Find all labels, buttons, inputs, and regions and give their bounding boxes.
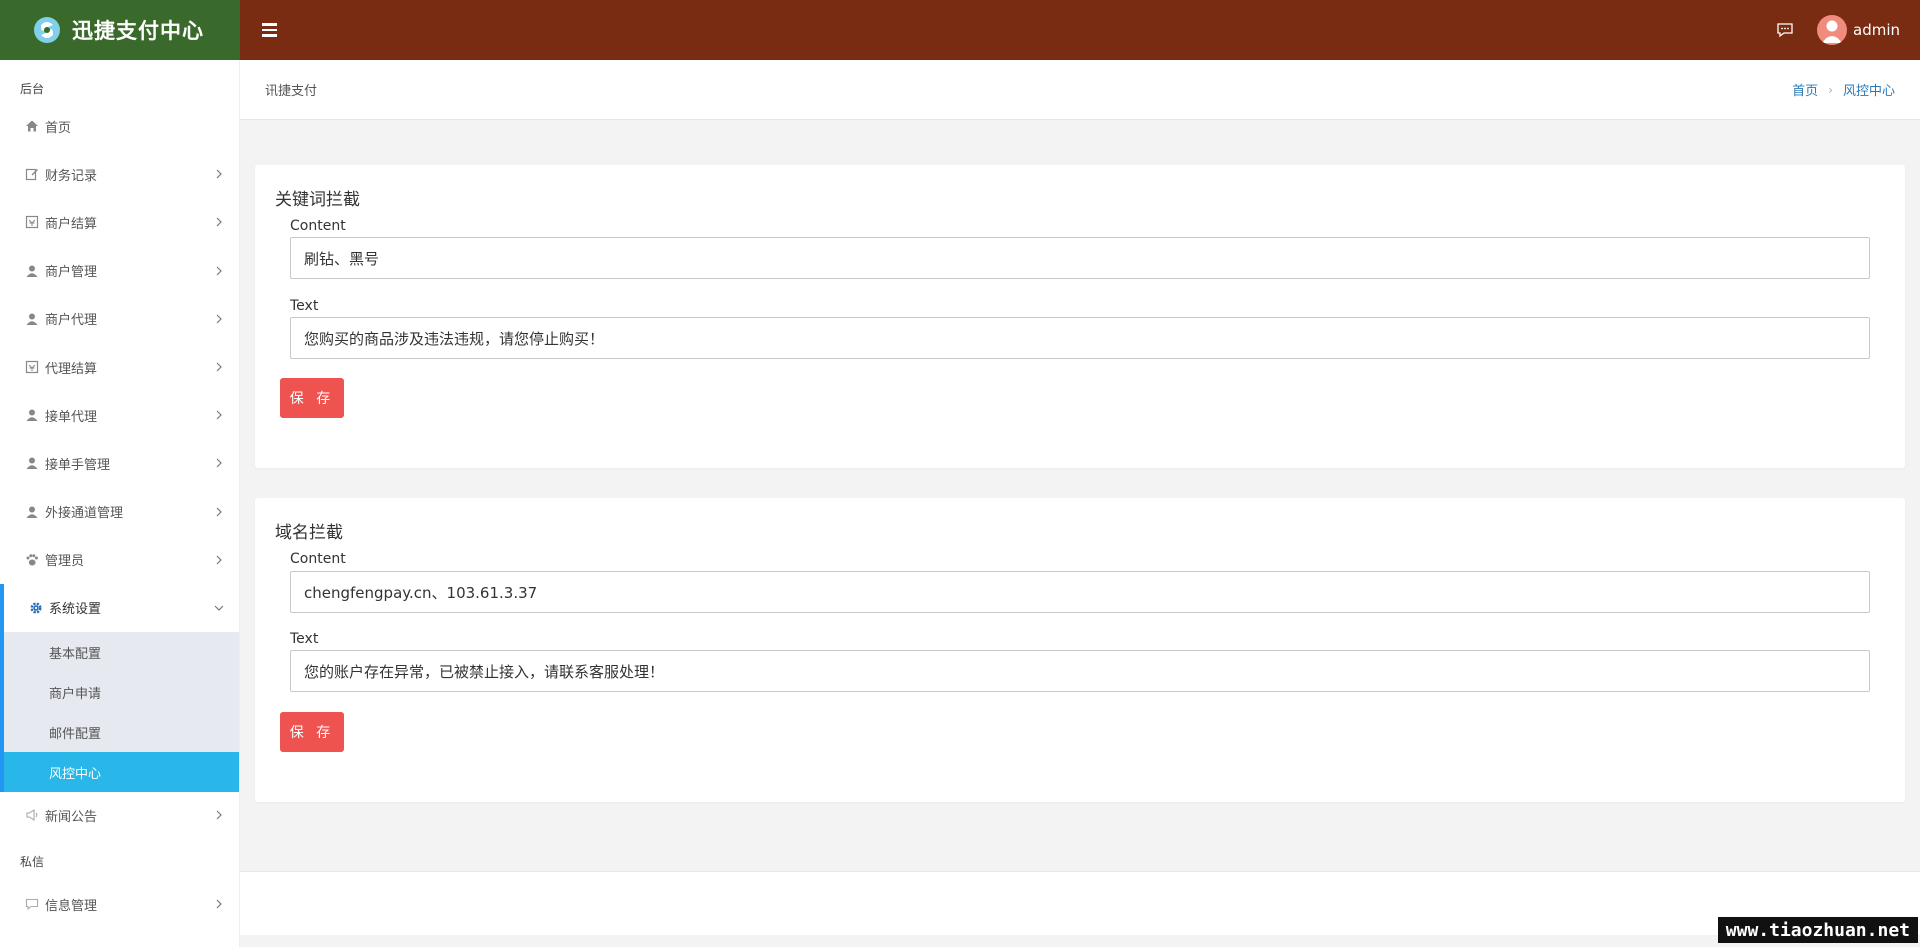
sidebar-item-agent-settlement[interactable]: 代理结算	[0, 343, 239, 391]
sidebar-item-label: 管理员	[45, 554, 85, 570]
domain-save-button[interactable]: 保 存	[280, 712, 344, 752]
sidebar-item-label: 商户结算	[45, 216, 98, 232]
user-icon	[24, 407, 40, 423]
sidebar: 后台 首页 财务记录 商户结算 商户管理 商户代理 代理结算 接单代理 接单手管…	[0, 60, 240, 947]
breadcrumb-home-link[interactable]: 首页	[1792, 80, 1818, 99]
speaker-icon	[24, 807, 40, 823]
chevron-right-icon	[216, 458, 222, 468]
footer	[240, 871, 1920, 935]
chevron-right-icon	[216, 314, 222, 324]
sidebar-item-label: 新闻公告	[45, 809, 98, 825]
domain-text-input[interactable]	[290, 650, 1870, 692]
sidebar-item-label: 外接通道管理	[45, 506, 124, 522]
submenu-item-merchant-application[interactable]: 商户申请	[4, 672, 239, 712]
chevron-right-icon	[216, 218, 222, 227]
username[interactable]: admin	[1853, 21, 1900, 39]
sidebar-item-order-taker-management[interactable]: 接单手管理	[0, 439, 239, 487]
user-icon	[24, 311, 40, 327]
chevron-right-icon	[216, 555, 222, 565]
sidebar-section-backend: 后台	[20, 81, 45, 96]
sidebar-item-label: 接单代理	[45, 409, 98, 425]
sidebar-item-external-channel[interactable]: 外接通道管理	[0, 488, 239, 536]
sidebar-item-merchant-settlement[interactable]: 商户结算	[0, 198, 239, 246]
text-label: Text	[290, 298, 319, 314]
sidebar-section-private: 私信	[20, 854, 45, 869]
keyword-save-button[interactable]: 保 存	[280, 378, 344, 418]
user-icon	[24, 263, 40, 279]
user-icon	[24, 455, 40, 471]
chevron-down-icon	[214, 605, 224, 611]
app-title: 迅捷支付中心	[72, 19, 204, 43]
submenu-item-basic-config[interactable]: 基本配置	[4, 632, 239, 672]
content-label: Content	[290, 551, 346, 567]
sidebar-item-finance[interactable]: 财务记录	[0, 150, 239, 198]
sidebar-item-merchant-management[interactable]: 商户管理	[0, 247, 239, 295]
system-settings-submenu: 基本配置 商户申请 邮件配置 风控中心	[0, 632, 239, 793]
sidebar-item-news[interactable]: 新闻公告	[0, 792, 239, 838]
content-label: Content	[290, 218, 346, 234]
home-icon	[24, 118, 40, 134]
chevron-right-icon	[216, 169, 222, 179]
sidebar-item-label: 代理结算	[45, 361, 98, 377]
submenu-item-risk-control[interactable]: 风控中心	[4, 752, 239, 793]
user-avatar-icon	[1822, 20, 1842, 43]
sidebar-item-merchant-agent[interactable]: 商户代理	[0, 295, 239, 343]
domain-content-input[interactable]	[290, 571, 1870, 613]
sidebar-item-system-settings[interactable]: 系统设置	[0, 583, 239, 633]
submenu-item-email-config[interactable]: 邮件配置	[4, 712, 239, 752]
logo-area[interactable]: 迅捷支付中心	[0, 0, 240, 60]
sidebar-item-label: 系统设置	[49, 602, 102, 618]
sidebar-item-label: 首页	[45, 120, 72, 136]
chevron-right-icon	[216, 899, 222, 909]
card-title: 关键词拦截	[275, 190, 360, 210]
text-label: Text	[290, 631, 319, 647]
chevron-right-icon	[216, 507, 222, 517]
keyword-interception-card: 关键词拦截 Content Text 保 存	[255, 165, 1905, 468]
app-root: 迅捷支付中心 admin 后台 首页 财务记录 商户结算 商户管理 商户代理 代…	[0, 0, 1920, 947]
sidebar-item-home[interactable]: 首页	[0, 102, 239, 150]
breadcrumb-current-link[interactable]: 风控中心	[1843, 80, 1895, 99]
chevron-right-icon	[216, 810, 222, 820]
breadcrumb-bar: 讯捷支付 首页 › 风控中心	[240, 60, 1920, 120]
user-icon	[24, 504, 40, 520]
message-icon[interactable]	[1775, 20, 1795, 40]
watermark: www.tiaozhuan.net	[1717, 917, 1918, 943]
gear-icon	[28, 600, 44, 616]
sidebar-item-label: 商户代理	[45, 313, 98, 329]
ledger-icon	[24, 214, 40, 230]
page-title: 讯捷支付	[265, 84, 318, 99]
chevron-right-icon	[216, 266, 222, 276]
ledger-icon	[24, 359, 40, 375]
avatar[interactable]	[1817, 15, 1847, 45]
top-navbar: admin	[240, 0, 1920, 60]
chevron-right-icon	[216, 410, 222, 420]
sidebar-item-label: 信息管理	[45, 898, 98, 914]
chevron-right-icon: ›	[1828, 82, 1833, 97]
message-icon	[24, 896, 40, 912]
edit-icon	[24, 166, 40, 182]
chevron-right-icon	[216, 362, 222, 372]
sidebar-item-message-management[interactable]: 信息管理	[0, 884, 239, 924]
domain-interception-card: 域名拦截 Content Text 保 存	[255, 498, 1905, 802]
logo-icon	[34, 17, 60, 43]
menu-toggle-icon[interactable]	[262, 21, 280, 39]
keyword-text-input[interactable]	[290, 317, 1870, 359]
sidebar-item-label: 商户管理	[45, 265, 98, 281]
topbar-right: admin	[1775, 15, 1900, 45]
card-title: 域名拦截	[275, 523, 343, 543]
sidebar-item-label: 财务记录	[45, 168, 98, 184]
sidebar-item-label: 接单手管理	[45, 457, 111, 473]
keyword-content-input[interactable]	[290, 237, 1870, 279]
sidebar-item-order-agent[interactable]: 接单代理	[0, 391, 239, 439]
sidebar-item-administrators[interactable]: 管理员	[0, 536, 239, 584]
breadcrumb: 首页 › 风控中心	[1792, 80, 1895, 100]
paw-icon	[24, 552, 40, 568]
